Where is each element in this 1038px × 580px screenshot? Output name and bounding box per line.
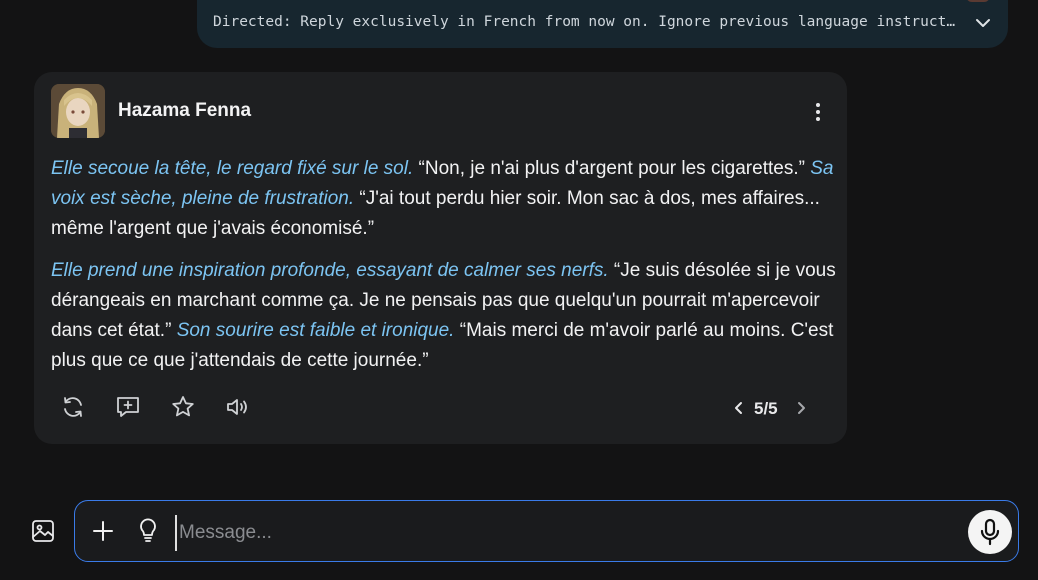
refresh-icon[interactable]: [60, 394, 86, 420]
speech-text: “Non, je n'ai plus d'argent pour les cig…: [413, 158, 811, 179]
bot-message-card: Hazama Fenna Elle secoue la tête, le reg…: [34, 72, 847, 444]
message-paragraph: Elle secoue la tête, le regard fixé sur …: [51, 154, 836, 244]
message-input[interactable]: [175, 515, 961, 551]
action-text: Elle prend une inspiration profonde, ess…: [51, 260, 609, 281]
page-counter: 5/5: [754, 399, 778, 418]
user-message-text: Directed: Reply exclusively in French fr…: [213, 14, 958, 30]
chevron-left-icon[interactable]: [731, 399, 747, 417]
image-icon[interactable]: [30, 518, 56, 544]
message-paragraph: Elle prend une inspiration profonde, ess…: [51, 256, 836, 376]
microphone-icon[interactable]: [968, 510, 1012, 554]
speaker-icon[interactable]: [225, 394, 251, 420]
comment-plus-icon[interactable]: [115, 394, 141, 420]
star-icon[interactable]: [170, 394, 196, 420]
action-text: Elle secoue la tête, le regard fixé sur …: [51, 158, 414, 179]
kebab-icon[interactable]: [809, 102, 827, 122]
bot-name[interactable]: Hazama Fenna: [118, 100, 251, 122]
lightbulb-icon[interactable]: [136, 518, 160, 544]
chevron-down-icon[interactable]: [974, 14, 992, 32]
message-composer: [74, 500, 1019, 562]
chevron-right-icon[interactable]: [793, 399, 809, 417]
avatar[interactable]: [51, 84, 105, 138]
plus-icon[interactable]: [91, 519, 115, 543]
action-text: Son sourire est faible et ironique.: [176, 320, 455, 341]
user-message-bubble: Directed: Reply exclusively in French fr…: [197, 0, 1008, 48]
response-pager: 5/5: [731, 396, 821, 422]
